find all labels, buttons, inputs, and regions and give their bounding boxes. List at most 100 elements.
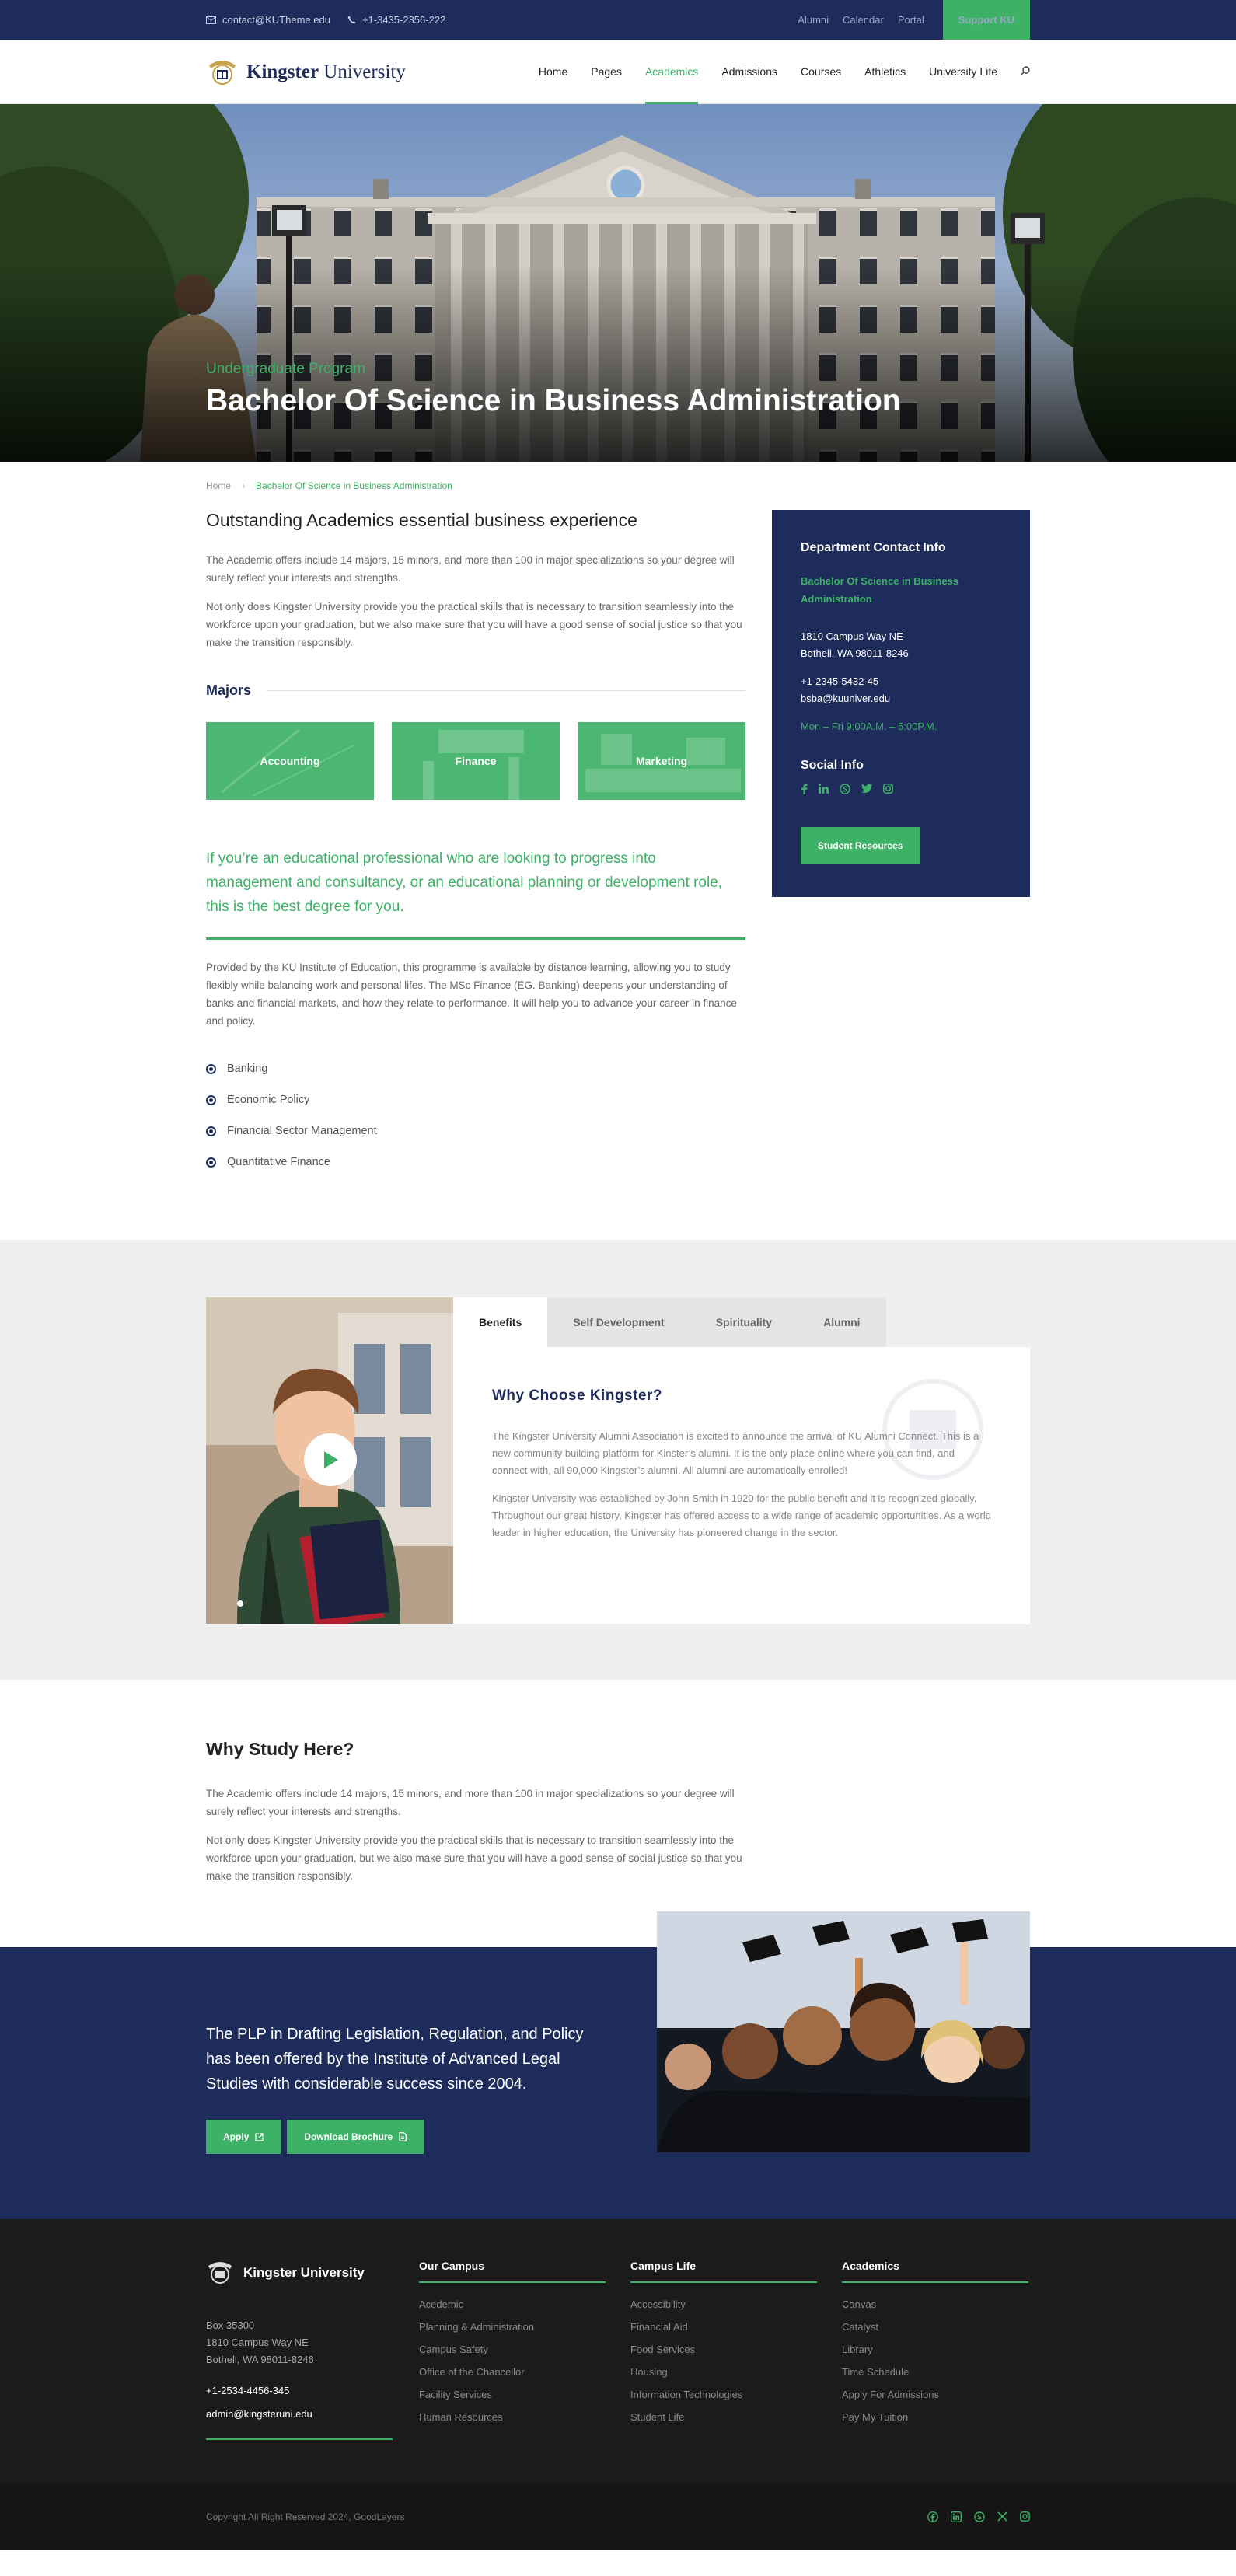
footer-link[interactable]: Accessibility	[630, 2299, 817, 2321]
footer-link[interactable]: Human Resources	[419, 2411, 606, 2434]
tab-alumni[interactable]: Alumni	[798, 1297, 886, 1347]
sidebar-department: Bachelor Of Science in Business Administ…	[801, 575, 959, 605]
footer-link[interactable]: Information Technologies	[630, 2389, 817, 2411]
majors-list: Accounting Finance Marketing	[206, 722, 745, 800]
list-item-label: Economic Policy	[227, 1094, 310, 1106]
breadcrumb-home[interactable]: Home	[206, 480, 231, 491]
highlight-quote: If you’re an educational professional wh…	[206, 846, 745, 940]
cta-text: The PLP in Drafting Legislation, Regulat…	[206, 2026, 584, 2093]
envelope-icon	[206, 16, 216, 24]
footer-link[interactable]: Catalyst	[842, 2321, 1028, 2344]
why-study-section: Why Study Here? The Academic offers incl…	[0, 1680, 1236, 1947]
facebook-icon[interactable]	[927, 2511, 938, 2522]
footer-link[interactable]: Office of the Chancellor	[419, 2366, 606, 2389]
topbar-phone[interactable]: +1-3435-2356-222	[347, 14, 445, 26]
footer-address-line: Box 35300	[206, 2319, 255, 2331]
footer-link[interactable]: Financial Aid	[630, 2321, 817, 2344]
linkedin-icon[interactable]	[819, 784, 829, 794]
footer-link[interactable]: Campus Safety	[419, 2344, 606, 2366]
social-info-title: Social Info	[801, 759, 864, 772]
footer-link[interactable]: Food Services	[630, 2344, 817, 2366]
major-finance[interactable]: Finance	[392, 722, 560, 800]
topbar-link-portal[interactable]: Portal	[898, 14, 924, 26]
benefits-section: Benefits Self Development Spirituality A…	[0, 1240, 1236, 1680]
topbar-link-alumni[interactable]: Alumni	[798, 14, 829, 26]
skype-icon[interactable]	[974, 2511, 985, 2522]
why-study-heading: Why Study Here?	[206, 1739, 354, 1759]
social-links	[801, 784, 1002, 794]
tab-panel: Why Choose Kingster? The Kingster Univer…	[453, 1347, 1030, 1624]
footer-link[interactable]: Student Life	[630, 2411, 817, 2434]
list-item: Economic Policy	[206, 1084, 745, 1115]
main-paragraph-2: Not only does Kingster University provid…	[206, 601, 742, 648]
footer-column-academics: Academics Canvas Catalyst Library Time S…	[842, 2260, 1028, 2440]
footer-phone[interactable]: +1-2534-4456-345	[206, 2382, 393, 2400]
linkedin-icon[interactable]	[951, 2511, 962, 2522]
footer-link[interactable]: Pay My Tuition	[842, 2411, 1028, 2434]
footer-link[interactable]: Apply For Admissions	[842, 2389, 1028, 2411]
list-item: Quantitative Finance	[206, 1147, 745, 1178]
program-checklist: Banking Economic Policy Financial Sector…	[206, 1053, 745, 1178]
sidebar-email[interactable]: bsba@kuuniver.edu	[801, 693, 890, 704]
bullet-icon	[206, 1157, 216, 1168]
tab-self-development[interactable]: Self Development	[547, 1297, 690, 1347]
footer-link[interactable]: Facility Services	[419, 2389, 606, 2411]
tab-list: Benefits Self Development Spirituality A…	[453, 1297, 1030, 1347]
majors-divider	[267, 690, 745, 691]
nav-courses[interactable]: Courses	[801, 40, 841, 104]
footer-link[interactable]: Canvas	[842, 2299, 1028, 2321]
nav-academics[interactable]: Academics	[644, 40, 699, 104]
majors-header: Majors	[206, 682, 745, 699]
footer-link[interactable]: Time Schedule	[842, 2366, 1028, 2389]
sidebar-phone[interactable]: +1-2345-5432-45	[801, 675, 878, 687]
external-link-icon	[255, 2132, 264, 2141]
footer-email[interactable]: admin@kingsteruni.edu	[206, 2406, 393, 2423]
search-icon[interactable]	[1021, 65, 1030, 79]
student-resources-button[interactable]: Student Resources	[801, 827, 920, 864]
main-paragraph-1: The Academic offers include 14 majors, 1…	[206, 554, 735, 584]
topbar-email[interactable]: contact@KUTheme.edu	[206, 14, 330, 26]
footer-link[interactable]: Acedemic	[419, 2299, 606, 2321]
footer-link[interactable]: Planning & Administration	[419, 2321, 606, 2344]
list-item-label: Banking	[227, 1063, 268, 1075]
instagram-icon[interactable]	[1020, 2511, 1030, 2522]
twitter-icon[interactable]	[861, 784, 872, 794]
phone-icon	[347, 16, 356, 24]
breadcrumb-separator: ›	[242, 480, 246, 491]
footer-address-line: Bothell, WA 98011-8246	[206, 2354, 314, 2365]
footer-divider	[206, 2438, 393, 2440]
nav-admissions[interactable]: Admissions	[721, 40, 777, 104]
university-crest-icon	[208, 2262, 232, 2284]
topbar-link-calendar[interactable]: Calendar	[843, 14, 884, 26]
major-accounting[interactable]: Accounting	[206, 722, 374, 800]
download-brochure-button[interactable]: Download Brochure	[287, 2120, 424, 2154]
tab-benefits[interactable]: Benefits	[453, 1297, 548, 1347]
support-ku-button[interactable]: Support KU	[942, 0, 1030, 40]
instagram-icon[interactable]	[883, 784, 893, 794]
nav-university-life[interactable]: University Life	[929, 40, 997, 104]
bullet-icon	[206, 1126, 216, 1136]
sidebar-title: Department Contact Info	[801, 541, 946, 554]
skype-icon[interactable]	[840, 784, 850, 794]
hero-subtitle: Undergraduate Program	[206, 361, 365, 377]
footer-link[interactable]: Library	[842, 2344, 1028, 2366]
footer-column-title: Academics	[842, 2260, 1028, 2283]
nav-pages[interactable]: Pages	[591, 40, 622, 104]
footer-link[interactable]: Housing	[630, 2366, 817, 2389]
student-video-thumbnail[interactable]	[206, 1297, 453, 1624]
major-marketing[interactable]: Marketing	[578, 722, 745, 800]
footer-logo[interactable]: Kingster University	[206, 2260, 393, 2286]
site-logo[interactable]: Kingster University	[206, 58, 406, 87]
slider-dot[interactable]	[237, 1600, 243, 1607]
bullet-icon	[206, 1094, 216, 1105]
nav-home[interactable]: Home	[539, 40, 567, 104]
sidebar-hours: Mon – Fri 9:00A.M. – 5:00P.M.	[801, 721, 937, 732]
play-button-icon[interactable]	[304, 1433, 357, 1486]
apply-button[interactable]: Apply	[206, 2120, 281, 2154]
tab-spirituality[interactable]: Spirituality	[690, 1297, 798, 1347]
facebook-icon[interactable]	[801, 784, 808, 794]
nav-athletics[interactable]: Athletics	[864, 40, 906, 104]
major-label: Accounting	[260, 755, 320, 767]
why-study-paragraph-2: Not only does Kingster University provid…	[206, 1834, 742, 1882]
x-twitter-icon[interactable]	[997, 2511, 1007, 2522]
